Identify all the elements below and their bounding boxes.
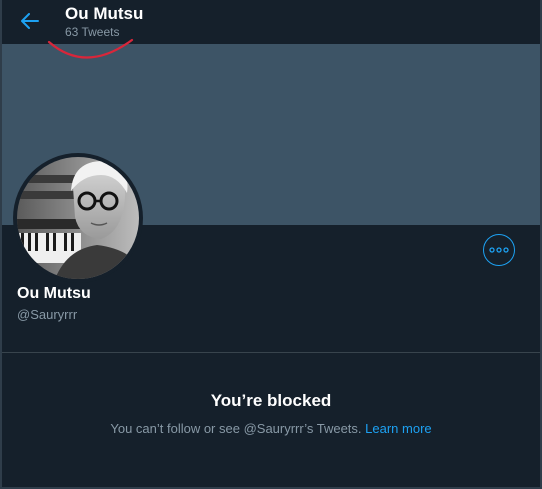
tweet-count: 63 Tweets [65,25,120,39]
learn-more-link[interactable]: Learn more [365,421,431,436]
arrow-left-icon [21,13,39,29]
header-name: Ou Mutsu [65,4,144,23]
back-button[interactable] [16,9,44,33]
avatar-frame[interactable] [13,153,143,283]
avatar-photo [17,157,139,279]
profile-handle: @Sauryrrr [17,307,78,322]
section-divider [2,352,540,353]
profile-page: Ou Mutsu 63 Tweets Ou Mutsu @Sauryrrr Yo… [0,0,542,489]
profile-name: Ou Mutsu [17,285,91,302]
blocked-message-line: You can’t follow or see @Sauryrrr’s Twee… [2,421,540,436]
more-horizontal-icon [489,247,509,253]
avatar[interactable] [17,157,139,279]
more-options-button[interactable] [483,234,515,266]
blocked-message: You can’t follow or see @Sauryrrr’s Twee… [110,421,362,436]
profile-header: Ou Mutsu 63 Tweets [2,0,540,44]
blocked-title: You’re blocked [210,391,332,410]
